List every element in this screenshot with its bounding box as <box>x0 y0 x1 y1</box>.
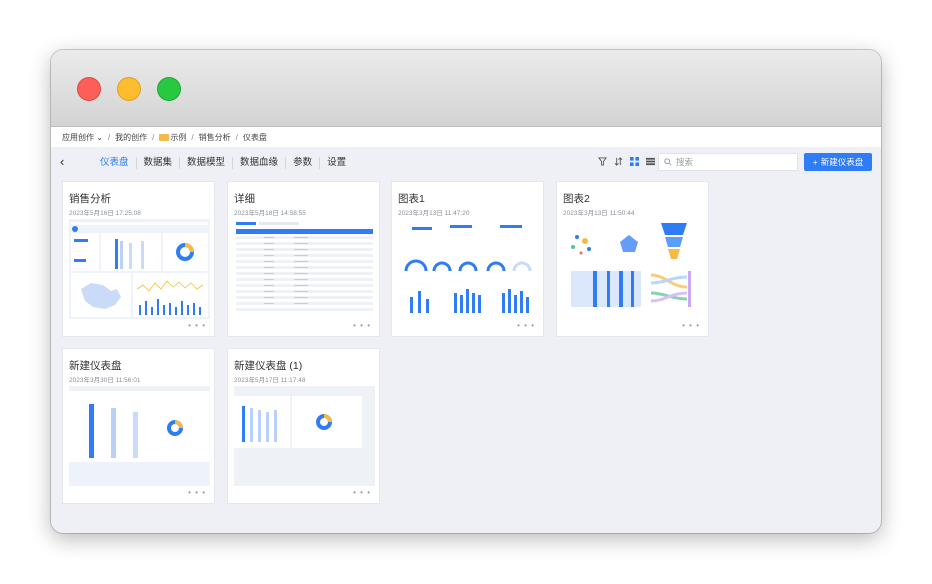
dashboard-card[interactable]: 新建仪表盘 (1) 2023年5月17日 11:17:48 • • • <box>227 348 380 504</box>
search-input[interactable]: 搜索 <box>658 153 798 171</box>
card-title: 图表1 <box>398 193 425 205</box>
title-bar <box>51 50 881 127</box>
more-options-icon[interactable]: • • • <box>188 488 206 497</box>
tab-bar: 仪表盘 数据集 数据模型 数据血缘 参数 设置 <box>93 157 353 169</box>
more-options-icon[interactable]: • • • <box>188 321 206 330</box>
card-date: 2023年5月17日 11:17:48 <box>234 377 306 384</box>
card-date: 2023年3月13日 11:50:44 <box>563 210 635 217</box>
card-thumbnail <box>69 219 210 319</box>
filter-icon[interactable] <box>598 157 607 166</box>
grid-view-icon[interactable] <box>630 157 639 166</box>
tab-data-lineage[interactable]: 数据血缘 <box>233 157 287 169</box>
card-date: 2023年3月13日 11:47:20 <box>398 210 470 217</box>
more-options-icon[interactable]: • • • <box>517 321 535 330</box>
card-title: 销售分析 <box>69 193 111 205</box>
breadcrumb-root[interactable]: 应用创作 ⌄ <box>62 132 103 143</box>
breadcrumb-separator: / <box>191 132 194 142</box>
card-title: 新建仪表盘 <box>69 360 122 372</box>
new-dashboard-button[interactable]: + 新建仪表盘 <box>804 153 872 171</box>
zoom-window-button[interactable] <box>157 77 181 101</box>
card-title: 图表2 <box>563 193 590 205</box>
folder-icon <box>159 133 170 141</box>
plus-icon: + <box>812 157 818 167</box>
breadcrumb-item-examples[interactable]: 示例 <box>159 132 186 143</box>
card-date: 2023年3月30日 11:56:01 <box>69 377 141 384</box>
more-options-icon[interactable]: • • • <box>353 321 371 330</box>
dashboard-card[interactable]: 销售分析 2023年5月16日 17:25:08 • • • <box>62 181 215 337</box>
dashboard-card[interactable]: 图表2 2023年3月13日 11:50:44 • • • <box>556 181 709 337</box>
more-options-icon[interactable]: • • • <box>682 321 700 330</box>
list-view-icon[interactable] <box>646 157 655 166</box>
more-options-icon[interactable]: • • • <box>353 488 371 497</box>
breadcrumb-item-dashboard: 仪表盘 <box>242 132 267 142</box>
toolbar: ‹ 仪表盘 数据集 数据模型 数据血缘 参数 设置 搜索 + 新建仪表盘 <box>51 147 881 178</box>
tab-dashboard[interactable]: 仪表盘 <box>93 157 137 169</box>
chevron-down-icon[interactable]: ⌄ <box>96 133 103 142</box>
card-thumbnail <box>398 219 539 319</box>
tab-datasets[interactable]: 数据集 <box>137 157 181 169</box>
card-thumbnail <box>69 386 210 486</box>
minimize-window-button[interactable] <box>117 77 141 101</box>
breadcrumb-separator: / <box>235 132 238 142</box>
dashboard-card[interactable]: 图表1 2023年3月13日 11:47:20 • • • <box>391 181 544 337</box>
chevron-left-icon[interactable]: ‹ <box>60 154 64 169</box>
breadcrumb-item-my-creations[interactable]: 我的创作 <box>115 132 147 143</box>
dashboard-card[interactable]: 详细 2023年5月18日 14:58:55 • • • <box>227 181 380 337</box>
card-thumbnail <box>563 219 704 319</box>
card-title: 新建仪表盘 (1) <box>234 360 303 372</box>
breadcrumb-separator: / <box>152 132 155 142</box>
card-title: 详细 <box>234 193 255 205</box>
app-window: 应用创作 ⌄ / 我的创作 / 示例 / 销售分析 / 仪表盘 ‹ 仪表盘 数据… <box>51 50 881 533</box>
sort-icon[interactable] <box>614 157 623 166</box>
card-thumbnail <box>234 386 375 486</box>
breadcrumb-separator: / <box>107 132 111 142</box>
close-window-button[interactable] <box>77 77 101 101</box>
card-date: 2023年5月18日 14:58:55 <box>234 210 306 217</box>
dashboard-card[interactable]: 新建仪表盘 2023年3月30日 11:56:01 • • • <box>62 348 215 504</box>
tab-parameters[interactable]: 参数 <box>286 157 321 169</box>
view-tools <box>598 157 655 166</box>
search-placeholder: 搜索 <box>676 157 694 167</box>
breadcrumb-item-sales-analysis[interactable]: 销售分析 <box>199 132 231 143</box>
card-thumbnail <box>234 219 375 319</box>
search-icon <box>664 158 672 166</box>
tab-data-models[interactable]: 数据模型 <box>180 157 234 169</box>
tab-settings[interactable]: 设置 <box>320 157 353 169</box>
card-date: 2023年5月16日 17:25:08 <box>69 210 141 217</box>
new-dashboard-label: 新建仪表盘 <box>820 157 864 167</box>
breadcrumb: 应用创作 ⌄ / 我的创作 / 示例 / 销售分析 / 仪表盘 <box>51 127 881 147</box>
